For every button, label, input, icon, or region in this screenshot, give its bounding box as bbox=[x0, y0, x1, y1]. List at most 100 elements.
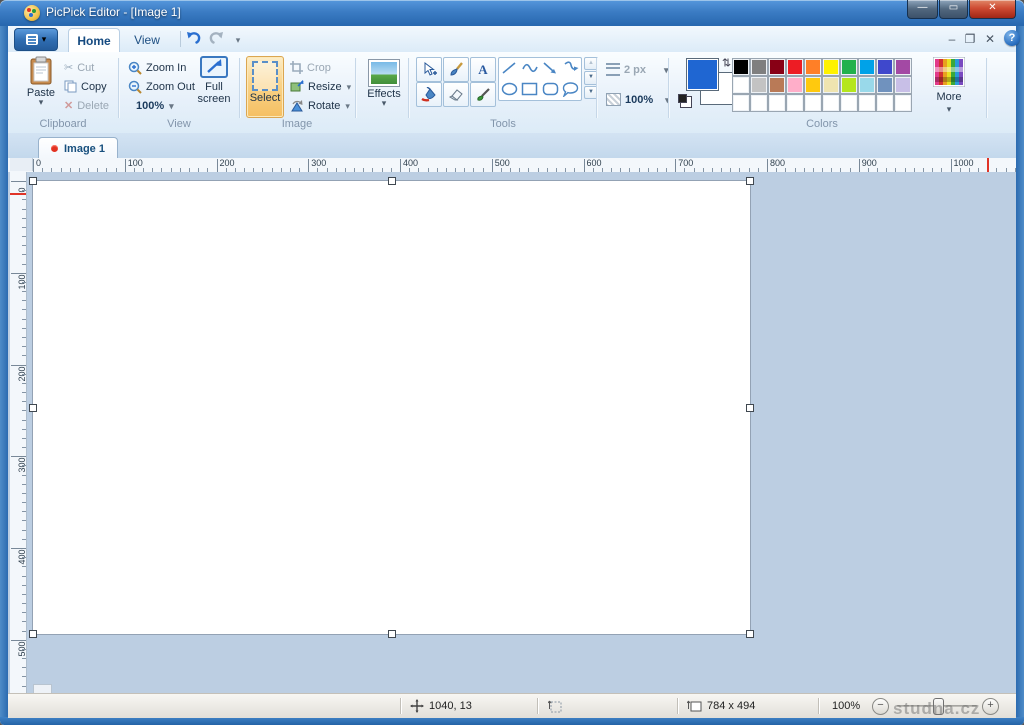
eyedropper-tool-button[interactable] bbox=[470, 82, 496, 107]
palette-color-swatch[interactable] bbox=[840, 76, 858, 94]
palette-color-swatch[interactable] bbox=[732, 76, 750, 94]
shape-curve-button[interactable] bbox=[520, 58, 541, 79]
paste-button[interactable]: Paste bbox=[22, 56, 60, 116]
ruler-tick bbox=[22, 438, 26, 439]
palette-color-swatch[interactable] bbox=[858, 76, 876, 94]
palette-color-swatch[interactable] bbox=[768, 94, 786, 112]
pointer-tool-button[interactable] bbox=[416, 57, 442, 82]
group-divider bbox=[239, 58, 240, 118]
selection-handle[interactable] bbox=[29, 177, 37, 185]
close-button[interactable]: ✕ bbox=[969, 0, 1016, 19]
delete-button[interactable]: ✕ Delete bbox=[64, 96, 109, 115]
shape-line-button[interactable] bbox=[499, 58, 520, 79]
palette-color-swatch[interactable] bbox=[840, 94, 858, 112]
image-canvas[interactable] bbox=[33, 181, 750, 634]
selection-handle[interactable] bbox=[29, 630, 37, 638]
palette-color-swatch[interactable] bbox=[822, 94, 840, 112]
palette-color-swatch[interactable] bbox=[732, 94, 750, 112]
rotate-button[interactable]: Rotate bbox=[290, 96, 350, 115]
select-button[interactable]: Select bbox=[246, 56, 284, 118]
ruler-label: 1000 bbox=[954, 158, 974, 168]
palette-color-swatch[interactable] bbox=[894, 94, 912, 112]
resize-button[interactable]: Resize bbox=[290, 77, 351, 96]
full-screen-button[interactable]: Full screen bbox=[192, 56, 236, 116]
canvas-area[interactable]: 0100200300400500 bbox=[8, 172, 1016, 693]
selection-size-icon bbox=[548, 699, 562, 713]
more-colors-button[interactable]: More bbox=[928, 57, 970, 115]
palette-color-swatch[interactable] bbox=[732, 58, 750, 76]
palette-color-swatch[interactable] bbox=[822, 76, 840, 94]
maximize-button[interactable]: ▭ bbox=[939, 0, 968, 19]
palette-color-swatch[interactable] bbox=[786, 76, 804, 94]
image-size-icon bbox=[687, 699, 702, 713]
selection-handle[interactable] bbox=[29, 404, 37, 412]
undo-redo-dropdown[interactable] bbox=[228, 30, 248, 48]
mdi-minimize-button[interactable]: – bbox=[944, 32, 960, 46]
palette-color-swatch[interactable] bbox=[804, 94, 822, 112]
palette-color-swatch[interactable] bbox=[858, 94, 876, 112]
help-button[interactable]: ? bbox=[1004, 30, 1020, 46]
shape-arrow-button[interactable] bbox=[540, 58, 561, 79]
mdi-close-button[interactable]: ✕ bbox=[982, 32, 998, 46]
palette-color-swatch[interactable] bbox=[876, 76, 894, 94]
palette-color-swatch[interactable] bbox=[894, 58, 912, 76]
palette-color-swatch[interactable] bbox=[750, 94, 768, 112]
ruler-tick bbox=[308, 159, 309, 172]
palette-color-swatch[interactable] bbox=[768, 76, 786, 94]
line-width-control[interactable]: 2 px bbox=[606, 60, 669, 79]
shape-rectangle-button[interactable] bbox=[520, 79, 541, 101]
cut-button[interactable]: ✂ Cut bbox=[64, 58, 94, 77]
palette-color-swatch[interactable] bbox=[876, 58, 894, 76]
palette-color-swatch[interactable] bbox=[876, 94, 894, 112]
document-tab-image1[interactable]: Image 1 bbox=[38, 137, 118, 159]
eraser-tool-button[interactable] bbox=[443, 82, 469, 107]
rotate-dropdown bbox=[345, 100, 350, 112]
shape-ellipse-button[interactable] bbox=[499, 79, 520, 101]
tab-home[interactable]: Home bbox=[68, 28, 120, 53]
palette-color-swatch[interactable] bbox=[822, 58, 840, 76]
palette-color-swatch[interactable] bbox=[858, 58, 876, 76]
copy-button[interactable]: Copy bbox=[64, 77, 107, 96]
selection-handle[interactable] bbox=[746, 177, 754, 185]
selection-handle[interactable] bbox=[746, 630, 754, 638]
view-zoom-level[interactable]: 100% bbox=[136, 96, 174, 115]
shape-scribble-button[interactable] bbox=[561, 58, 582, 79]
ruler-label: 600 bbox=[587, 158, 602, 168]
copy-icon bbox=[64, 80, 77, 93]
undo-icon bbox=[186, 30, 202, 46]
palette-color-swatch[interactable] bbox=[768, 58, 786, 76]
effects-button[interactable]: Effects bbox=[363, 56, 405, 116]
redo-button[interactable] bbox=[208, 30, 228, 48]
foreground-color-swatch[interactable] bbox=[686, 58, 719, 91]
palette-color-swatch[interactable] bbox=[894, 76, 912, 94]
palette-color-swatch[interactable] bbox=[840, 58, 858, 76]
palette-color-swatch[interactable] bbox=[750, 58, 768, 76]
undo-button[interactable] bbox=[186, 30, 206, 48]
text-tool-button[interactable]: A bbox=[470, 57, 496, 82]
selection-handle[interactable] bbox=[388, 630, 396, 638]
brush-tool-button[interactable] bbox=[443, 57, 469, 82]
reset-colors-icon[interactable] bbox=[680, 96, 692, 108]
selection-handle[interactable] bbox=[388, 177, 396, 185]
palette-color-swatch[interactable] bbox=[804, 58, 822, 76]
crop-button[interactable]: Crop bbox=[290, 58, 331, 77]
mdi-restore-button[interactable]: ❐ bbox=[962, 32, 978, 46]
fill-tool-button[interactable] bbox=[416, 82, 442, 107]
zoom-out-button[interactable]: Zoom Out bbox=[128, 77, 195, 96]
selection-handle[interactable] bbox=[746, 404, 754, 412]
app-menu-button[interactable] bbox=[14, 28, 58, 51]
shape-balloon-button[interactable] bbox=[561, 79, 582, 101]
opacity-control[interactable]: 100% bbox=[606, 90, 670, 109]
palette-color-swatch[interactable] bbox=[786, 58, 804, 76]
zoom-in-icon bbox=[128, 61, 142, 75]
palette-color-swatch[interactable] bbox=[786, 94, 804, 112]
tab-view[interactable]: View bbox=[122, 28, 172, 52]
shape-rounded-rect-button[interactable] bbox=[540, 79, 561, 101]
zoom-in-button[interactable]: Zoom In bbox=[128, 58, 186, 77]
minimize-button[interactable]: — bbox=[907, 0, 938, 19]
zoom-in-step-button[interactable]: + bbox=[982, 698, 999, 715]
palette-color-swatch[interactable] bbox=[750, 76, 768, 94]
text-tool-icon: A bbox=[478, 62, 487, 78]
palette-color-swatch[interactable] bbox=[804, 76, 822, 94]
zoom-out-step-button[interactable]: − bbox=[872, 698, 889, 715]
